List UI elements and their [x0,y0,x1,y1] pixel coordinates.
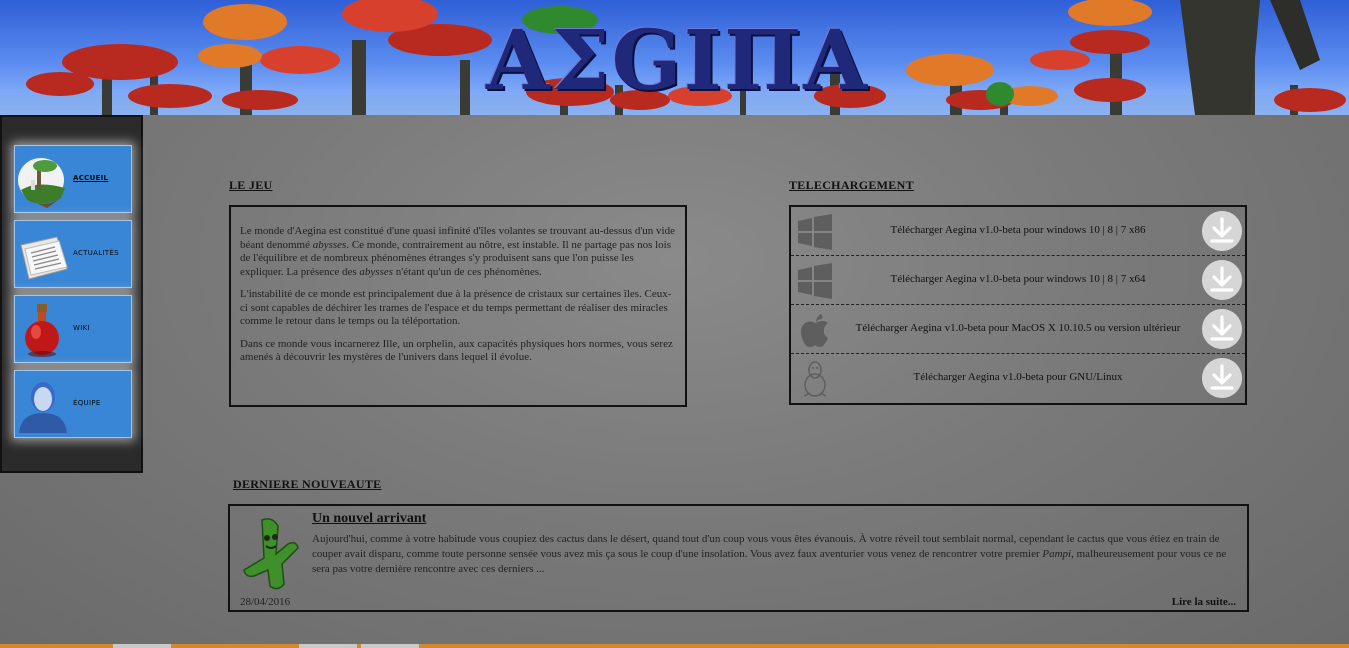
game-paragraph: Dans ce monde vous incarnerez Ille, un o… [240,337,673,364]
download-label: Télécharger Aegina v1.0-beta pour GNU/Li… [913,371,1123,383]
download-list: Télécharger Aegina v1.0-beta pour window… [789,205,1247,405]
linux-icon [803,361,827,397]
download-icon[interactable] [1202,211,1242,251]
nav-item-actualites[interactable]: ACTUALITÉS [14,220,132,288]
nav-item-wiki[interactable]: WIKI [14,295,132,363]
header-banner: ΑΣGIΠΑ [0,0,1349,115]
download-label: Télécharger Aegina v1.0-beta pour MacOS … [855,322,1181,334]
game-paragraph: Le monde d'Aegina est constitué d'une qu… [240,225,675,278]
news-date: 28/04/2016 [240,596,291,608]
download-icon[interactable] [1202,309,1242,349]
game-paragraph: L'instabilité de ce monde est principale… [240,288,672,327]
download-icon[interactable] [1202,358,1242,398]
newspaper-icon [20,236,68,280]
game-section-title: LE JEU [229,178,273,192]
nav-label: ÉQUIPE [73,399,101,407]
sidebar-nav: ACCUEIL ACTUALITÉS WIKI ÉQUIPE [0,115,143,473]
download-row-macos[interactable]: Télécharger Aegina v1.0-beta pour MacOS … [791,305,1245,354]
news-heading[interactable]: Un nouvel arrivant [312,511,426,527]
person-icon [19,382,67,433]
nav-item-accueil[interactable]: ACCUEIL [14,145,132,213]
download-row-linux[interactable]: Télécharger Aegina v1.0-beta pour GNU/Li… [791,354,1245,403]
download-label: Télécharger Aegina v1.0-beta pour window… [890,224,1146,236]
read-more-link[interactable]: Lire la suite... [1172,596,1236,608]
nav-label: ACTUALITÉS [73,249,119,257]
game-logo: ΑΣGIΠΑ [486,13,870,109]
download-label: Télécharger Aegina v1.0-beta pour window… [890,273,1146,285]
download-row-windows-x86[interactable]: Télécharger Aegina v1.0-beta pour window… [791,207,1245,256]
bottom-strip [0,644,1349,648]
nav-label: WIKI [73,324,90,332]
apple-icon [801,314,828,347]
game-description-box: Le monde d'Aegina est constitué d'une qu… [229,205,687,407]
news-card: Un nouvel arrivant Aujourd'hui, comme à … [228,504,1249,612]
island-icon [18,158,65,208]
taskbar-tab [113,644,171,648]
taskbar-tab [361,644,419,648]
taskbar-tab [299,644,357,648]
news-section-title: DERNIERE NOUVEAUTE [233,477,382,491]
potion-icon [25,304,59,357]
nav-item-equipe[interactable]: ÉQUIPE [14,370,132,438]
windows-icon [798,214,832,250]
news-excerpt: Aujourd'hui, comme à votre habitude vous… [312,533,1227,575]
cactus-icon [243,518,299,590]
download-section-title: TELECHARGEMENT [789,178,914,192]
download-icon[interactable] [1202,260,1242,300]
windows-icon [798,263,832,299]
download-row-windows-x64[interactable]: Télécharger Aegina v1.0-beta pour window… [791,256,1245,305]
nav-label: ACCUEIL [73,174,109,182]
